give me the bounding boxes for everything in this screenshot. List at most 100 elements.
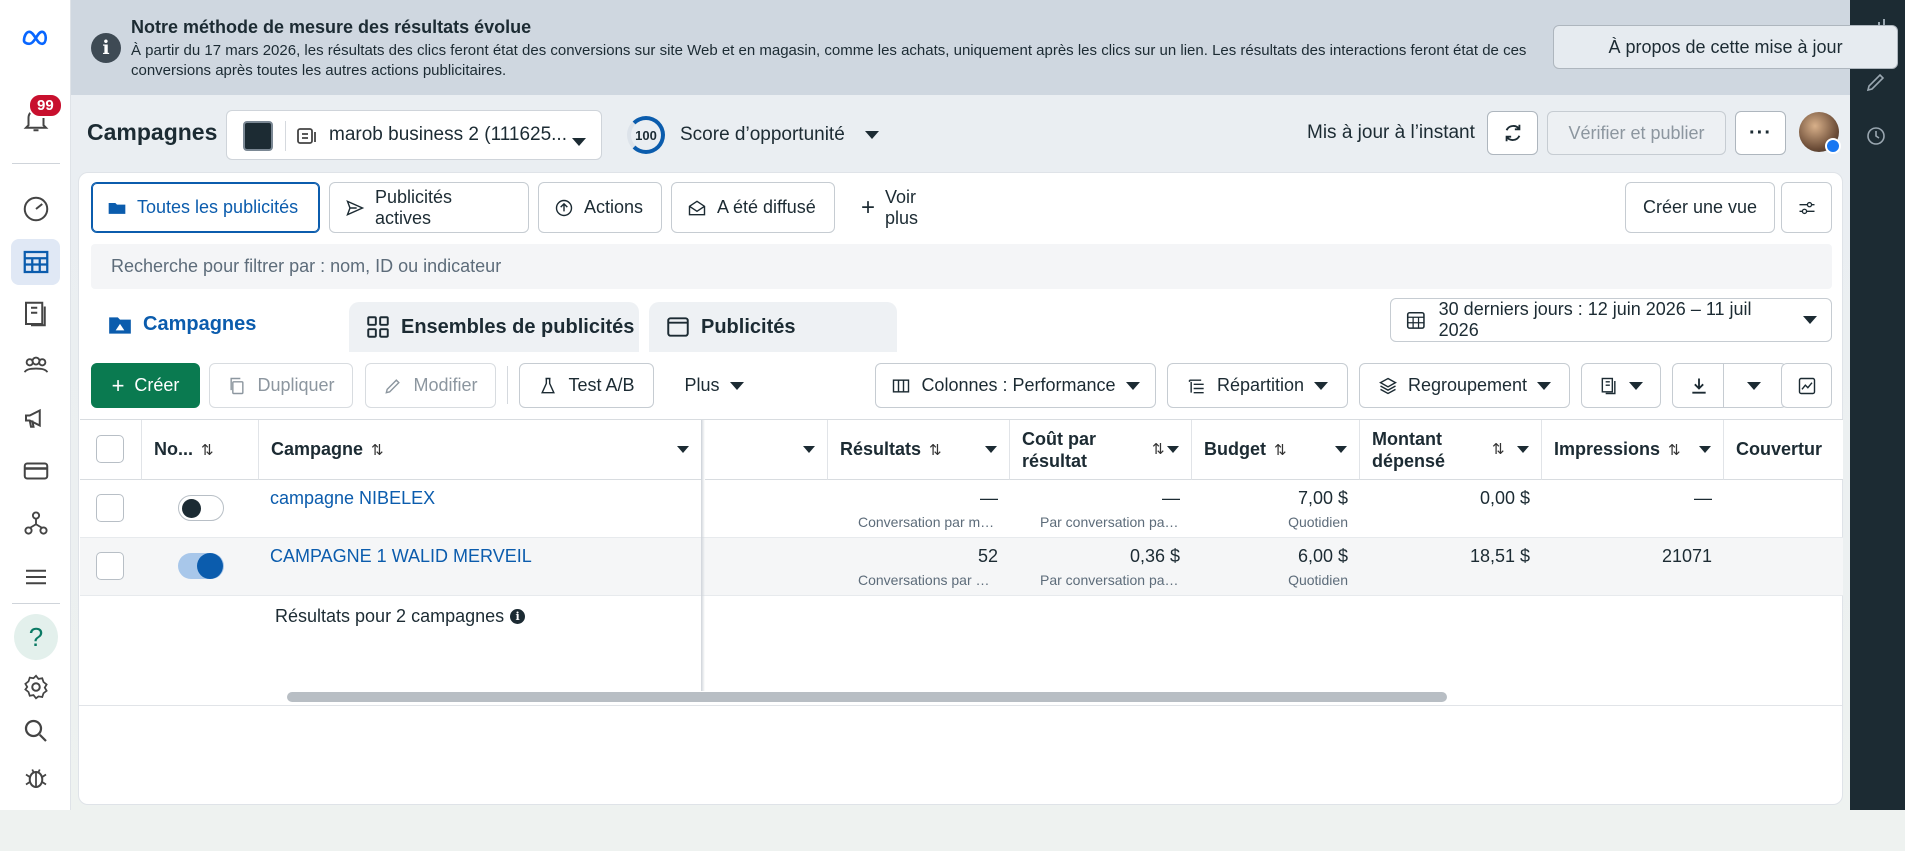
column-header-cost-per-result[interactable]: Coût par résultat ⇅ bbox=[1010, 420, 1192, 480]
audiences-icon[interactable] bbox=[11, 343, 60, 389]
chevron-down-icon[interactable] bbox=[1517, 446, 1529, 453]
about-update-button[interactable]: À propos de cette mise à jour bbox=[1553, 25, 1898, 69]
export-button[interactable] bbox=[1672, 363, 1787, 408]
date-range-label: 30 derniers jours : 12 juin 2026 – 11 ju… bbox=[1438, 299, 1752, 340]
column-header-campaign[interactable]: Campagne ⇅ bbox=[259, 420, 702, 480]
account-name: marob business 2 (111625... bbox=[329, 124, 567, 145]
search-icon[interactable] bbox=[11, 708, 60, 754]
charts-button[interactable] bbox=[1781, 363, 1832, 408]
billing-card-icon[interactable] bbox=[11, 448, 60, 494]
columns-button[interactable]: Colonnes : Performance bbox=[875, 363, 1156, 408]
chevron-down-icon[interactable] bbox=[677, 446, 689, 453]
row-checkbox[interactable] bbox=[96, 552, 124, 580]
pencil-icon bbox=[385, 378, 401, 394]
bug-report-icon[interactable] bbox=[11, 754, 60, 800]
chevron-down-icon[interactable] bbox=[1167, 446, 1179, 453]
sort-icon[interactable]: ⇅ bbox=[1492, 439, 1505, 461]
info-icon[interactable]: i bbox=[510, 609, 526, 624]
select-all-checkbox[interactable] bbox=[96, 435, 124, 463]
column-header-status[interactable]: No... ⇅ bbox=[142, 420, 259, 480]
pages-icon[interactable] bbox=[11, 291, 60, 337]
dashboard-gauge-icon[interactable] bbox=[11, 186, 60, 232]
view-all-ads[interactable]: Toutes les publicités bbox=[91, 182, 320, 233]
chevron-down-icon[interactable] bbox=[1699, 446, 1711, 453]
sort-icon[interactable]: ⇅ bbox=[1152, 439, 1165, 461]
chevron-down-icon[interactable] bbox=[803, 446, 815, 453]
sort-icon[interactable]: ⇅ bbox=[1668, 441, 1681, 459]
plus-icon: + bbox=[861, 193, 876, 221]
avatar[interactable] bbox=[1799, 112, 1841, 154]
edit-pencil-icon[interactable] bbox=[1864, 70, 1892, 98]
grouping-button[interactable]: Regroupement bbox=[1359, 363, 1570, 408]
results-value: 52 bbox=[977, 546, 998, 566]
campaign-toggle-on[interactable] bbox=[178, 553, 224, 579]
column-header-impressions[interactable]: Impressions ⇅ bbox=[1542, 420, 1724, 480]
button-label: Colonnes : Performance bbox=[921, 375, 1116, 395]
campaign-name-link[interactable]: CAMPAGNE 1 WALID MERVEIL bbox=[270, 546, 532, 567]
header-label: Budget bbox=[1204, 439, 1266, 459]
campaign-toggle-off[interactable] bbox=[178, 495, 224, 521]
column-header-budget[interactable]: Budget ⇅ bbox=[1192, 420, 1360, 480]
tab-ads[interactable]: Publicités bbox=[649, 302, 897, 352]
campaigns-table: No... ⇅ Campagne ⇅ Résultats ⇅ Coût par … bbox=[80, 419, 1843, 691]
menu-hamburger-icon[interactable] bbox=[11, 554, 60, 600]
table-row[interactable]: campagne NIBELEX — Conversation par mess… bbox=[80, 480, 1843, 538]
view-active-ads[interactable]: Publicités actives bbox=[329, 182, 529, 233]
breakdown-button[interactable]: Répartition bbox=[1167, 363, 1348, 408]
settings-gear-icon[interactable] bbox=[11, 664, 60, 710]
help-icon[interactable]: ? bbox=[14, 614, 58, 660]
history-clock-icon[interactable] bbox=[1864, 124, 1892, 152]
tab-campaigns[interactable]: Campagnes bbox=[91, 297, 340, 352]
button-label: Modifier bbox=[413, 375, 478, 395]
more-options-button[interactable]: ··· bbox=[1735, 111, 1786, 155]
budget-type: Quotidien bbox=[1288, 514, 1348, 530]
see-more-button[interactable]: + Voir plus bbox=[846, 182, 966, 233]
sliders-icon bbox=[1799, 201, 1814, 214]
ab-test-button[interactable]: Test A/B bbox=[519, 363, 654, 408]
meta-logo-icon[interactable] bbox=[11, 14, 60, 60]
row-checkbox[interactable] bbox=[96, 494, 124, 522]
opportunity-score[interactable]: 100 Score d’opportunité bbox=[627, 116, 879, 154]
sort-icon[interactable]: ⇅ bbox=[371, 441, 384, 459]
view-label: A été diffusé bbox=[717, 197, 816, 217]
more-actions-button[interactable]: Plus bbox=[664, 363, 764, 408]
chevron-down-icon[interactable] bbox=[1335, 446, 1347, 453]
campaign-name-link[interactable]: campagne NIBELEX bbox=[270, 488, 435, 509]
account-selector[interactable]: marob business 2 (111625... bbox=[226, 110, 602, 160]
envelope-open-icon bbox=[688, 199, 706, 215]
column-header-results[interactable]: Résultats ⇅ bbox=[828, 420, 1010, 480]
page-title: Campagnes bbox=[87, 119, 218, 145]
download-icon bbox=[1692, 378, 1706, 394]
sort-icon[interactable]: ⇅ bbox=[929, 441, 942, 459]
date-range-picker[interactable]: 30 derniers jours : 12 juin 2026 – 11 ju… bbox=[1390, 298, 1832, 342]
view-actions[interactable]: Actions bbox=[538, 182, 662, 233]
create-button[interactable]: + Créer bbox=[91, 363, 200, 408]
nav-divider bbox=[12, 163, 60, 164]
edit-button[interactable]: Modifier bbox=[365, 363, 496, 408]
horizontal-scrollbar[interactable] bbox=[287, 692, 1447, 702]
results-summary: Résultats pour 2 campagnes i bbox=[275, 606, 526, 627]
duplicate-button[interactable]: Dupliquer bbox=[209, 363, 353, 408]
tab-ad-sets[interactable]: Ensembles de publicités bbox=[349, 302, 639, 352]
column-header-hidden[interactable] bbox=[705, 420, 828, 480]
business-network-icon[interactable] bbox=[11, 500, 60, 546]
view-settings-button[interactable] bbox=[1781, 182, 1832, 233]
chevron-down-icon bbox=[1629, 381, 1643, 390]
refresh-button[interactable] bbox=[1487, 111, 1538, 155]
column-header-amount-spent[interactable]: Montant dépensé ⇅ bbox=[1360, 420, 1542, 480]
review-publish-button[interactable]: Vérifier et publier bbox=[1547, 111, 1726, 155]
ads-manager-table-icon[interactable] bbox=[11, 239, 60, 285]
table-row[interactable]: CAMPAGNE 1 WALID MERVEIL 52 Conversation… bbox=[80, 538, 1843, 596]
reports-button[interactable] bbox=[1581, 363, 1661, 408]
column-header-reach[interactable]: Couvertur bbox=[1724, 420, 1843, 480]
create-view-button[interactable]: Créer une vue bbox=[1625, 182, 1775, 233]
view-delivered[interactable]: A été diffusé bbox=[671, 182, 835, 233]
chevron-down-icon[interactable] bbox=[985, 446, 997, 453]
budget-value: 7,00 $ bbox=[1297, 488, 1348, 508]
banner-title: Notre méthode de mesure des résultats év… bbox=[131, 17, 532, 37]
sort-icon[interactable]: ⇅ bbox=[201, 441, 214, 459]
search-input[interactable]: Recherche pour filtrer par : nom, ID ou … bbox=[91, 244, 1832, 289]
select-all-header bbox=[80, 420, 142, 480]
megaphone-icon[interactable] bbox=[11, 395, 60, 441]
sort-icon[interactable]: ⇅ bbox=[1274, 441, 1287, 459]
